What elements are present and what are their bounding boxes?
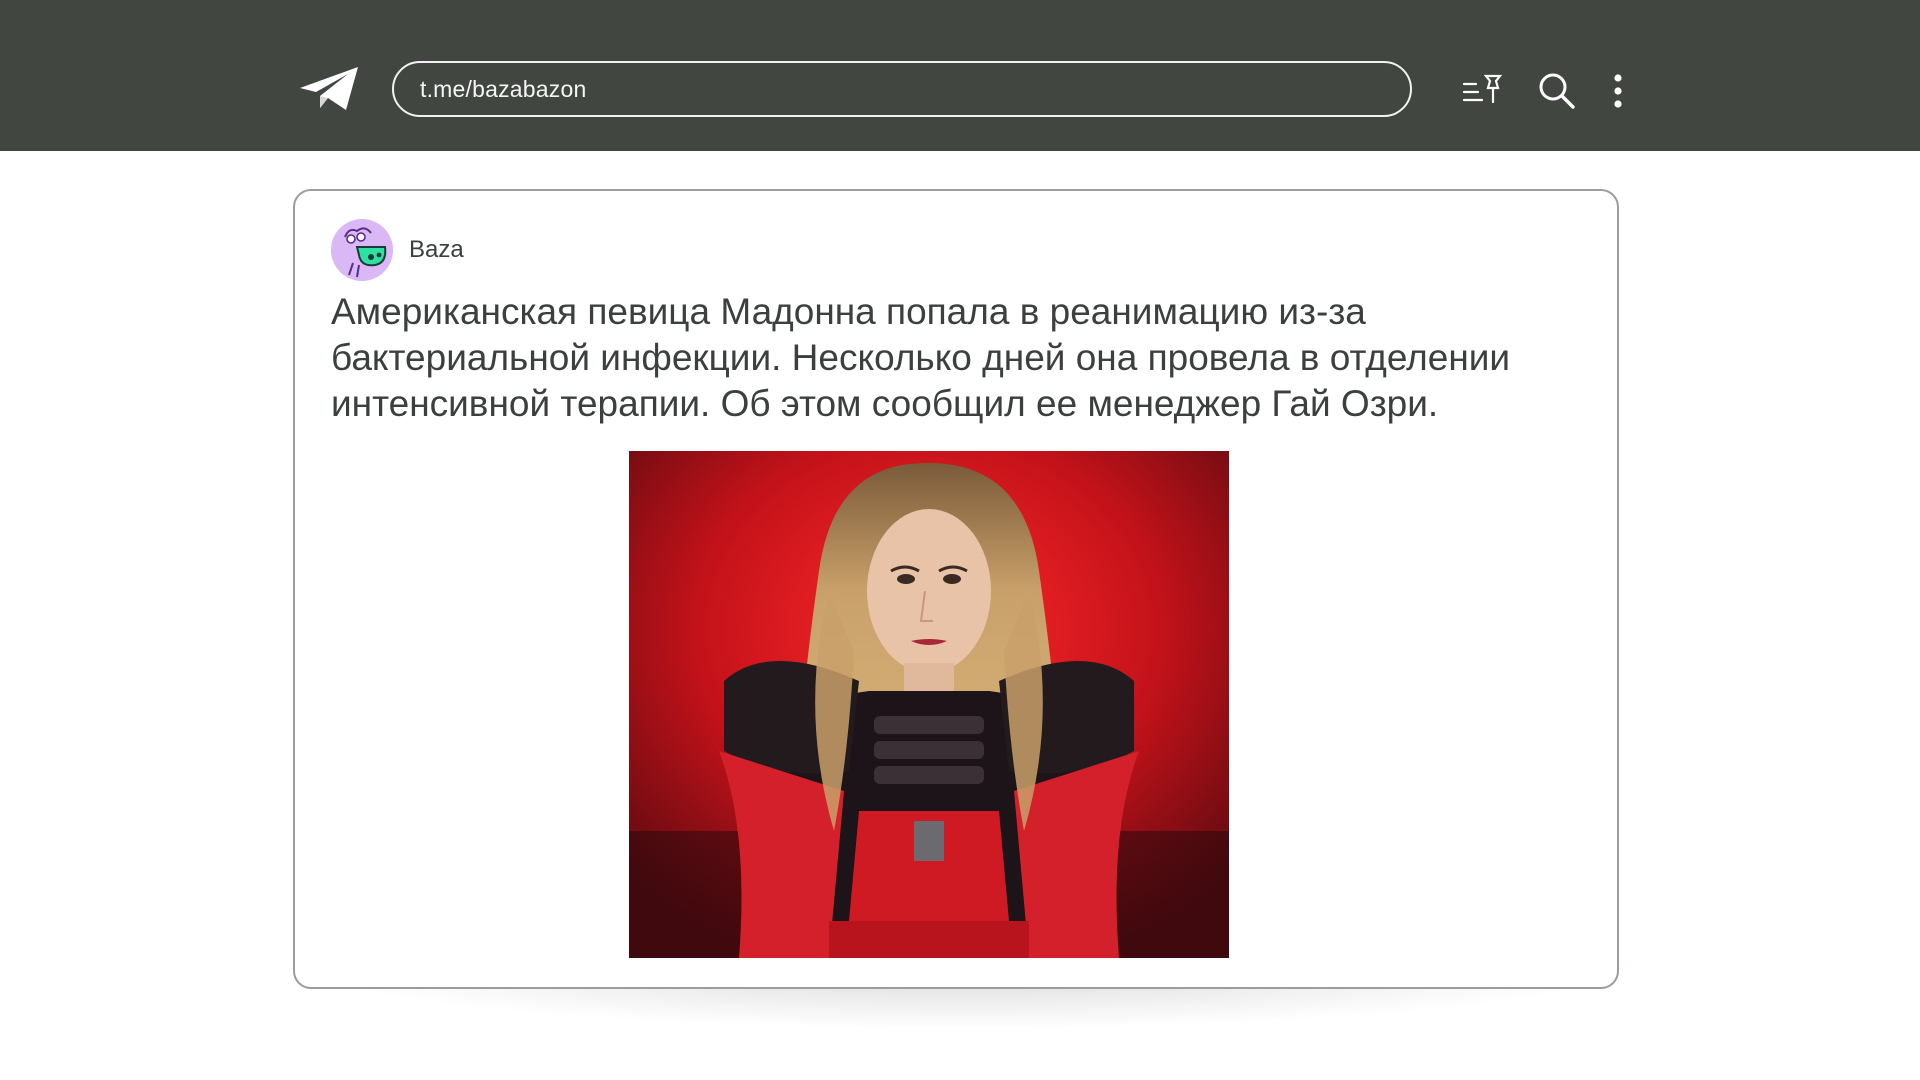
- performer-on-stage-photo: [629, 451, 1229, 958]
- avatar-illustration: [331, 219, 393, 281]
- channel-name[interactable]: Baza: [409, 236, 464, 264]
- top-bar: t.me/bazabazon: [0, 0, 1920, 151]
- more-options-icon[interactable]: [1604, 72, 1632, 110]
- post-text: Американская певица Мадонна попала в реа…: [331, 291, 1511, 424]
- pinned-messages-icon[interactable]: [1462, 72, 1504, 108]
- url-text: t.me/bazabazon: [420, 76, 587, 102]
- post-photo[interactable]: [629, 451, 1229, 958]
- post-card: Baza Американская певица Мадонна попала …: [293, 189, 1619, 989]
- telegram-logo-icon[interactable]: [298, 64, 362, 114]
- url-bar[interactable]: t.me/bazabazon: [392, 61, 1412, 117]
- channel-avatar[interactable]: [331, 219, 393, 281]
- search-icon[interactable]: [1538, 72, 1576, 110]
